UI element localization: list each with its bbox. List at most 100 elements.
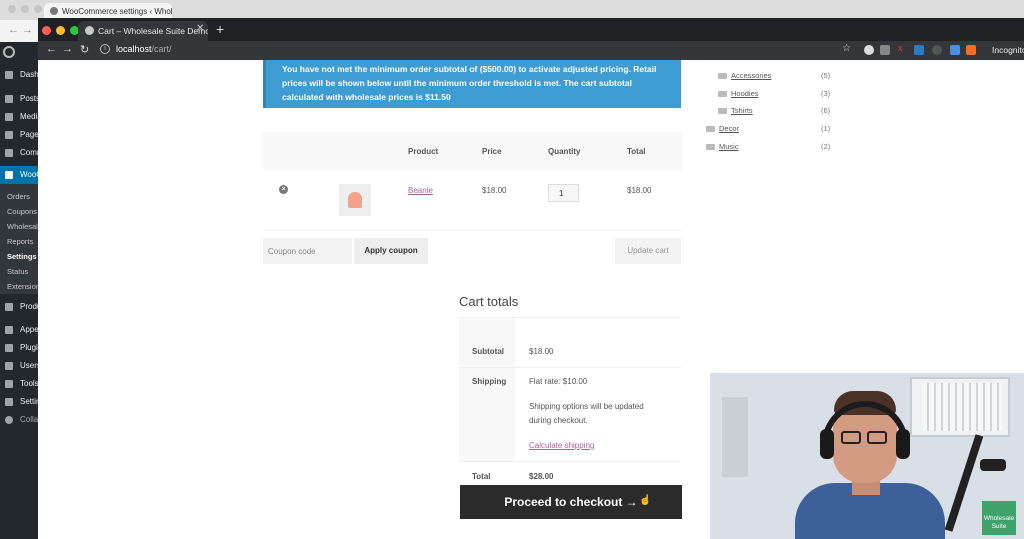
extension-icon[interactable] <box>966 45 976 55</box>
total-value: $28.00 <box>529 472 554 481</box>
folder-icon <box>706 126 715 132</box>
back-nav-arrows-icon[interactable]: ← → <box>8 24 33 36</box>
headphone-right <box>896 429 910 459</box>
wp-admin-sidebar: Dashboard Posts Media Pages Comments Woo… <box>0 42 38 539</box>
category-count: (2) <box>821 142 831 151</box>
browser-toolbar: ← → ↻ i localhost/cart/ ☆ x Incognito <box>38 41 1024 60</box>
wordpress-favicon-icon <box>85 26 94 35</box>
header-price: Price <box>482 147 502 156</box>
cart-table-header <box>263 132 682 170</box>
update-cart-button[interactable]: Update cart <box>615 238 681 264</box>
pin-icon <box>5 95 13 103</box>
wp-menu-plugins[interactable]: Plugins <box>0 339 38 357</box>
shipping-value: Flat rate: $10.00 <box>529 377 588 386</box>
comment-icon <box>5 149 13 157</box>
shipping-note-2: during checkout. <box>529 416 588 425</box>
wp-menu-dashboard[interactable]: Dashboard <box>0 66 38 84</box>
reload-icon[interactable]: ↻ <box>80 43 89 56</box>
coupon-code-input[interactable]: Coupon code <box>263 238 352 264</box>
webcam-blinds <box>922 383 1002 431</box>
dashboard-icon <box>5 71 13 79</box>
forward-arrow-icon[interactable]: → <box>62 43 73 55</box>
header-total: Total <box>627 147 646 156</box>
notice-text: You have not met the minimum order subto… <box>282 64 657 102</box>
wp-sub-coupons[interactable]: Coupons <box>0 204 38 219</box>
media-icon <box>5 113 13 121</box>
wp-menu-settings[interactable]: Settings <box>0 393 38 411</box>
quantity-input[interactable]: 1 <box>548 184 579 202</box>
glasses-icon <box>867 431 887 444</box>
address-bar[interactable]: localhost/cart/ <box>116 44 172 54</box>
microphone-icon <box>980 459 1006 471</box>
category-accessories[interactable]: Accessories <box>731 71 771 80</box>
extension-icon[interactable] <box>950 45 960 55</box>
back-arrow-icon[interactable]: ← <box>46 43 57 55</box>
close-window-icon[interactable] <box>42 26 51 35</box>
close-tab-icon[interactable]: ✕ <box>196 23 204 34</box>
back-window-controls <box>8 5 42 13</box>
extension-x-icon[interactable]: x <box>898 43 908 53</box>
category-count: (1) <box>821 124 831 133</box>
plug-icon <box>5 344 13 352</box>
wp-menu-users[interactable]: Users <box>0 357 38 375</box>
pointer-cursor-icon: ☝ <box>639 495 652 506</box>
tab-title: Cart – Wholesale Suite Demo <box>98 26 208 36</box>
product-price: $18.00 <box>482 186 507 195</box>
totals-divider <box>459 367 681 368</box>
product-link[interactable]: Beanie <box>408 186 433 195</box>
category-tshirts[interactable]: Tshirts <box>731 106 753 115</box>
brush-icon <box>5 326 13 334</box>
category-count: (6) <box>821 106 831 115</box>
woocommerce-icon <box>5 171 13 179</box>
product-thumbnail[interactable] <box>339 184 371 216</box>
mic-arm <box>944 434 984 532</box>
subtotal-label: Subtotal <box>472 347 504 356</box>
wp-menu-appearance[interactable]: Appearance <box>0 321 38 339</box>
category-music[interactable]: Music <box>719 142 739 151</box>
webcam-overlay: Wholesale Suite <box>710 373 1024 539</box>
wp-sub-settings[interactable]: Settings <box>0 249 38 264</box>
wp-sub-orders[interactable]: Orders <box>0 189 38 204</box>
minimize-window-icon[interactable] <box>56 26 65 35</box>
header-quantity: Quantity <box>548 147 581 156</box>
info-icon[interactable]: i <box>100 44 110 54</box>
wp-sub-status[interactable]: Status <box>0 264 38 279</box>
products-icon <box>5 303 13 311</box>
browser-tabbar: Cart – Wholesale Suite Demo ✕ + <box>38 18 1024 41</box>
folder-icon <box>718 91 727 97</box>
calculate-shipping-link[interactable]: Calculate shipping <box>529 441 594 450</box>
back-tab-title: WooCommerce settings ‹ Wholesale <box>62 7 172 16</box>
extension-icon[interactable] <box>932 45 942 55</box>
wp-menu-woocommerce[interactable]: WooCommerce <box>0 166 38 184</box>
beanie-image <box>348 192 362 208</box>
category-hoodies[interactable]: Hoodies <box>731 89 759 98</box>
wrench-icon <box>5 380 13 388</box>
extension-s-icon[interactable] <box>914 45 924 55</box>
wp-sub-wholesale[interactable]: Wholesale <box>0 219 38 234</box>
category-decor[interactable]: Decor <box>719 124 739 133</box>
wp-menu-pages[interactable]: Pages <box>0 126 38 144</box>
new-tab-icon[interactable]: + <box>216 21 224 37</box>
wp-menu-collapse[interactable]: Collapse menu <box>0 411 38 429</box>
wordpress-logo-icon[interactable] <box>3 46 15 58</box>
wp-sub-extensions[interactable]: Extensions <box>0 279 38 294</box>
wp-menu-tools[interactable]: Tools <box>0 375 38 393</box>
star-icon[interactable]: ☆ <box>842 43 851 54</box>
category-count: (3) <box>821 89 831 98</box>
apply-coupon-button[interactable]: Apply coupon <box>354 238 428 264</box>
incognito-label: Incognito <box>992 45 1024 55</box>
tab-cart[interactable]: Cart – Wholesale Suite Demo <box>78 21 208 41</box>
wp-menu-comments[interactable]: Comments <box>0 144 38 162</box>
extension-icon[interactable] <box>864 45 874 55</box>
remove-item-icon[interactable]: × <box>279 185 288 194</box>
glasses-icon <box>841 431 861 444</box>
page-icon <box>5 131 13 139</box>
wp-sub-reports[interactable]: Reports <box>0 234 38 249</box>
shipping-label: Shipping <box>472 377 507 386</box>
wp-menu-products[interactable]: Products <box>0 298 38 316</box>
headphone-left <box>820 429 834 459</box>
wp-menu-posts[interactable]: Posts <box>0 90 38 108</box>
shipping-note: Shipping options will be updated <box>529 402 644 411</box>
wp-menu-media[interactable]: Media <box>0 108 38 126</box>
extension-icon[interactable] <box>880 45 890 55</box>
